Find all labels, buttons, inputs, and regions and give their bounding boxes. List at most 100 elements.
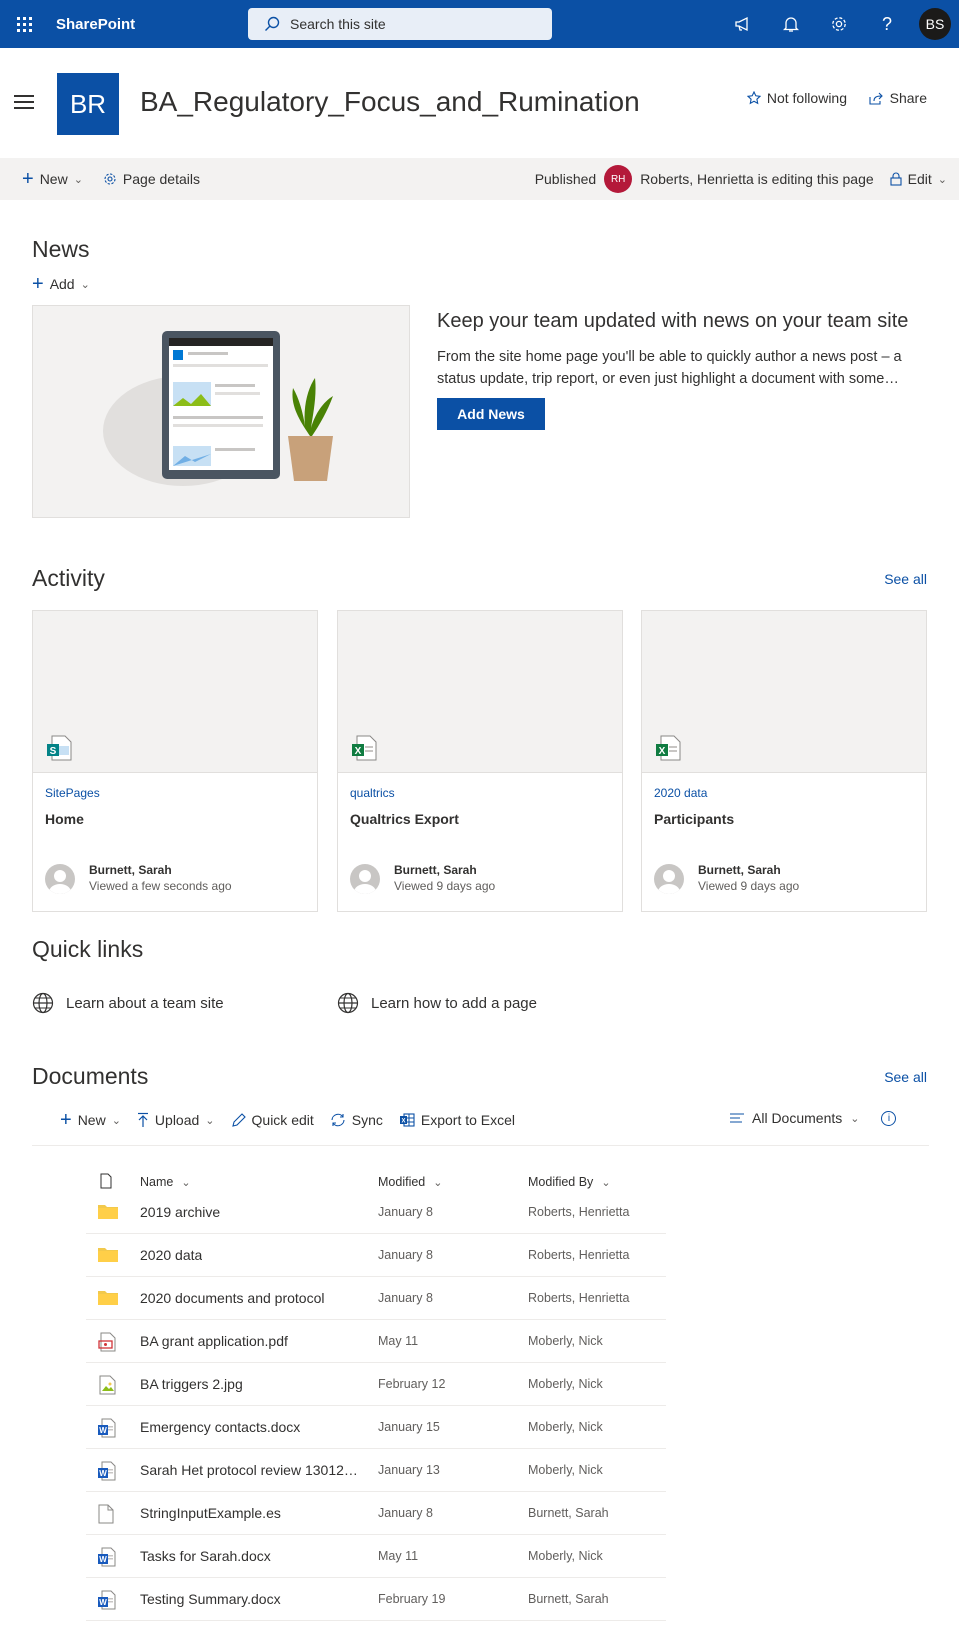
card-viewed: Viewed 9 days ago (698, 879, 800, 893)
pdf-icon (98, 1332, 116, 1352)
info-icon[interactable]: i (881, 1110, 897, 1126)
edit-button[interactable]: Edit ⌄ (882, 158, 947, 200)
modified-by-cell[interactable]: Moberly, Nick (528, 1377, 603, 1391)
page-details-button[interactable]: Page details (93, 158, 210, 200)
modified-by-cell[interactable]: Burnett, Sarah (528, 1592, 609, 1606)
modified-cell: January 8 (378, 1506, 433, 1520)
avatar (654, 864, 684, 894)
file-name-link[interactable]: Testing Summary.docx (140, 1591, 281, 1607)
table-row[interactable]: W Tasks for Sarah.docx May 11 Moberly, Nick (86, 1535, 666, 1578)
card-library[interactable]: qualtrics (350, 786, 395, 800)
card-library[interactable]: SitePages (45, 786, 100, 800)
file-name-link[interactable]: Emergency contacts.docx (140, 1419, 300, 1435)
table-row[interactable]: BA triggers 2.jpg February 12 Moberly, Nic… (86, 1363, 666, 1406)
follow-label: Not following (766, 90, 847, 106)
follow-button[interactable]: Not following (746, 90, 847, 106)
file-name-link[interactable]: 2019 archive (140, 1204, 220, 1220)
modified-by-cell[interactable]: Roberts, Henrietta (528, 1248, 629, 1262)
table-row[interactable]: BA grant application.pdf May 11 Moberly, N… (86, 1320, 666, 1363)
globe-icon (32, 992, 54, 1014)
doc-sync-button[interactable]: Sync (330, 1112, 383, 1128)
file-name-link[interactable]: 2020 data (140, 1247, 202, 1263)
column-header-modified[interactable]: Modified ⌄ (378, 1175, 442, 1189)
publish-status: Published (534, 171, 597, 187)
notifications-button[interactable] (767, 0, 815, 48)
svg-text:X: X (355, 746, 362, 757)
view-selector[interactable]: All Documents ⌄ i (730, 1110, 897, 1126)
file-name-link[interactable]: Sarah Het protocol review 130120... (140, 1462, 360, 1478)
file-type-cell (98, 1375, 116, 1398)
app-launcher-button[interactable] (0, 0, 48, 48)
table-row[interactable]: 2019 archive January 8 Roberts, Henrietta (86, 1191, 666, 1234)
megaphone-button[interactable] (719, 0, 767, 48)
help-button[interactable]: ? (863, 0, 911, 48)
suite-bar: SharePoint Search this site ? BS (0, 0, 959, 48)
card-title[interactable]: Participants (654, 811, 734, 827)
svg-text:S: S (50, 746, 57, 757)
editor-avatar: RH (604, 165, 633, 193)
megaphone-icon (735, 16, 748, 32)
news-add-button[interactable]: + Add ⌄ (32, 274, 90, 294)
file-name-link[interactable]: Tasks for Sarah.docx (140, 1548, 271, 1564)
file-name-link[interactable]: BA grant application.pdf (140, 1333, 288, 1349)
modified-by-cell[interactable]: Roberts, Henrietta (528, 1291, 629, 1305)
file-name-link[interactable]: 2020 documents and protocol (140, 1290, 324, 1306)
documents-see-all-link[interactable]: See all (884, 1069, 927, 1085)
file-name-link[interactable]: StringInputExample.es (140, 1505, 281, 1521)
card-library[interactable]: 2020 data (654, 786, 707, 800)
modified-by-cell[interactable]: Moberly, Nick (528, 1420, 603, 1434)
share-button[interactable]: Share (869, 90, 927, 106)
site-title[interactable]: BA_Regulatory_Focus_and_Rumination (140, 86, 640, 118)
add-news-button[interactable]: Add News (437, 398, 545, 430)
account-avatar[interactable]: BS (919, 8, 951, 40)
column-header-name[interactable]: Name ⌄ (140, 1175, 191, 1189)
doc-upload-button[interactable]: Upload ⌄ (137, 1112, 215, 1128)
activity-see-all-link[interactable]: See all (884, 571, 927, 587)
modified-by-cell[interactable]: Moberly, Nick (528, 1549, 603, 1563)
table-row[interactable]: W Testing Summary.docx February 19 Burnett,… (86, 1578, 666, 1621)
table-row[interactable]: StringInputExample.es January 8 Burnett, S… (86, 1492, 666, 1535)
doc-new-button[interactable]: + New ⌄ (60, 1110, 121, 1130)
hamburger-menu-icon[interactable] (14, 95, 34, 113)
quick-links-heading: Quick links (32, 936, 144, 962)
activity-card[interactable]: X qualtrics Qualtrics Export Burnett, Sa… (337, 610, 623, 912)
file-type-cell (98, 1203, 118, 1222)
doc-quick-edit-button[interactable]: Quick edit (231, 1112, 314, 1128)
activity-card[interactable]: X 2020 data Participants Burnett, Sarah … (641, 610, 927, 912)
divider (32, 1145, 929, 1146)
activity-heading: Activity (32, 565, 105, 591)
modified-by-cell[interactable]: Moberly, Nick (528, 1463, 603, 1477)
avatar (350, 864, 380, 894)
view-lines-icon (730, 1113, 744, 1123)
file-type-cell: W (98, 1418, 116, 1441)
column-header-modified-by[interactable]: Modified By ⌄ (528, 1175, 611, 1189)
globe-icon (337, 992, 359, 1014)
quick-link[interactable]: Learn how to add a page (337, 992, 537, 1014)
modified-by-cell[interactable]: Moberly, Nick (528, 1334, 603, 1348)
table-row[interactable]: W Sarah Het protocol review 130120... Janu… (86, 1449, 666, 1492)
search-box[interactable]: Search this site (248, 8, 552, 40)
table-row[interactable]: 2020 documents and protocol January 8 Robe… (86, 1277, 666, 1320)
modified-cell: January 8 (378, 1205, 433, 1219)
modified-by-cell[interactable]: Burnett, Sarah (528, 1506, 609, 1520)
new-menu-button[interactable]: + New ⌄ (12, 158, 93, 200)
chevron-down-icon: ⌄ (433, 1176, 443, 1189)
brand-link[interactable]: SharePoint (56, 16, 246, 33)
file-type-cell (98, 1289, 118, 1308)
file-name-link[interactable]: BA triggers 2.jpg (140, 1376, 243, 1392)
doc-export-button[interactable]: X Export to Excel (399, 1112, 515, 1128)
modified-cell: January 13 (378, 1463, 440, 1477)
card-title[interactable]: Qualtrics Export (350, 811, 459, 827)
activity-card[interactable]: S SitePages Home Burnett, Sarah Viewed a… (32, 610, 318, 912)
table-row[interactable]: 2020 data January 8 Roberts, Henrietta (86, 1234, 666, 1277)
file-type-header-icon[interactable] (100, 1173, 112, 1189)
site-logo[interactable]: BR (57, 73, 119, 135)
share-label: Share (889, 90, 927, 106)
quick-link[interactable]: Learn about a team site (32, 992, 224, 1014)
modified-by-cell[interactable]: Roberts, Henrietta (528, 1205, 629, 1219)
card-title[interactable]: Home (45, 811, 84, 827)
chevron-down-icon: ⌄ (111, 1114, 121, 1127)
settings-button[interactable] (815, 0, 863, 48)
table-row[interactable]: W Emergency contacts.docx January 15 Moberl… (86, 1406, 666, 1449)
chevron-down-icon: ⌄ (601, 1176, 611, 1189)
